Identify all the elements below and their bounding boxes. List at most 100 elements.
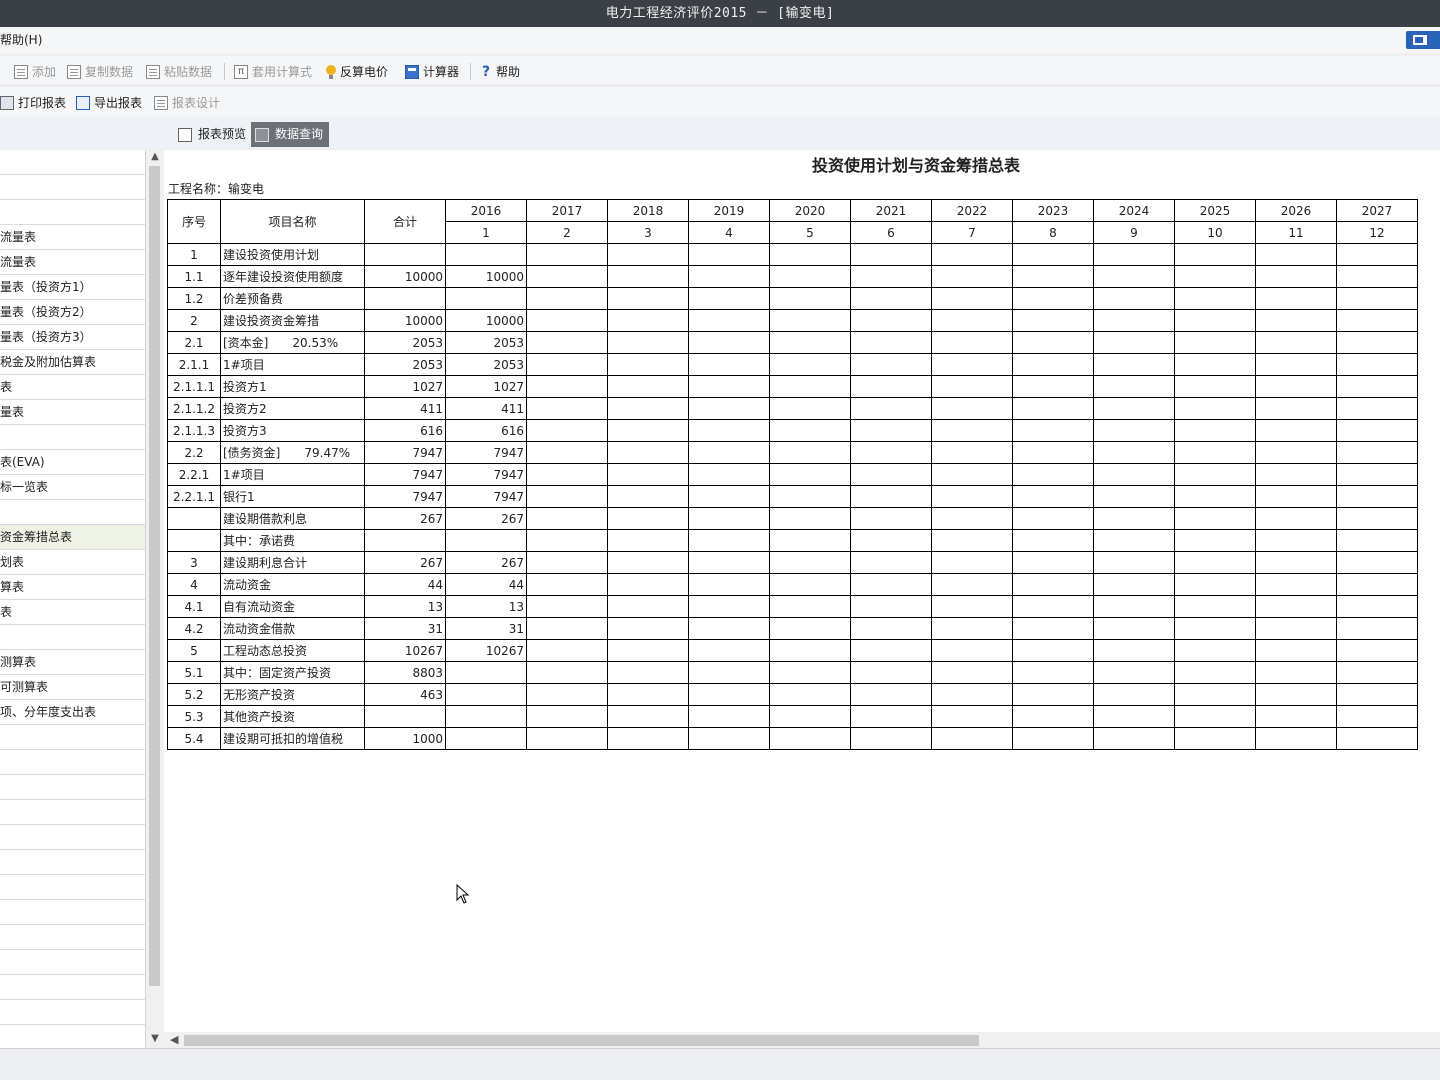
cell-year-value[interactable] [850,331,932,354]
cell-year-value[interactable] [688,331,770,354]
sidebar-item[interactable] [0,200,145,225]
cell-year-value[interactable] [607,507,689,530]
cell-year-value[interactable] [688,551,770,574]
cell-y2016[interactable]: 1027 [445,375,527,398]
cell-year-value[interactable] [1174,441,1256,464]
cell-seq[interactable]: 5.4 [167,727,221,750]
cell-year-value[interactable] [1093,309,1175,332]
cell-seq[interactable]: 2 [167,309,221,332]
cell-name[interactable]: 价差预备费 [220,287,365,310]
cell-year-value[interactable] [850,265,932,288]
cell-year-value[interactable] [769,331,851,354]
cell-year-value[interactable] [1174,287,1256,310]
cell-total[interactable]: 8803 [364,661,446,684]
print-report-button[interactable]: 打印报表 [0,94,66,111]
paste-data-button[interactable]: 粘贴数据 [146,63,212,80]
cell-year-value[interactable] [931,551,1013,574]
cell-year-value[interactable] [931,617,1013,640]
cell-y2016[interactable] [445,683,527,706]
cell-y2016[interactable] [445,529,527,552]
sidebar-item[interactable] [0,925,145,950]
cell-year-value[interactable] [1012,463,1094,486]
cell-year-value[interactable] [688,639,770,662]
cell-total[interactable]: 7947 [364,441,446,464]
sidebar-item[interactable] [0,425,145,450]
cell-year-value[interactable] [1093,573,1175,596]
cell-year-value[interactable] [769,551,851,574]
cell-total[interactable]: 2053 [364,331,446,354]
cell-year-value[interactable] [1255,639,1337,662]
cell-year-value[interactable] [1174,639,1256,662]
cell-name[interactable]: 无形资产投资 [220,683,365,706]
cell-year-value[interactable] [1336,375,1418,398]
cell-year-value[interactable] [1012,683,1094,706]
cell-name[interactable]: [债务资金] 79.47% [220,441,365,464]
cell-year-value[interactable] [1255,573,1337,596]
cell-y2016[interactable]: 10000 [445,265,527,288]
sidebar-scrollbar[interactable]: ▲ ▼ [146,150,164,1048]
cell-year-value[interactable] [688,661,770,684]
cell-year-value[interactable] [769,727,851,750]
cell-year-value[interactable] [1093,375,1175,398]
cell-year-value[interactable] [1336,419,1418,442]
cell-seq[interactable]: 3 [167,551,221,574]
cell-year-value[interactable] [526,265,608,288]
cell-year-value[interactable] [1174,573,1256,596]
sidebar-item[interactable] [0,750,145,775]
cell-y2016[interactable]: 411 [445,397,527,420]
cell-year-value[interactable] [1012,529,1094,552]
cell-name[interactable]: 建设期借款利息 [220,507,365,530]
cell-year-value[interactable] [1255,529,1337,552]
cell-y2016[interactable]: 7947 [445,485,527,508]
cell-year-value[interactable] [607,551,689,574]
cell-seq[interactable] [167,507,221,530]
cell-year-value[interactable] [931,331,1013,354]
cell-name[interactable]: 建设投资资金筹措 [220,309,365,332]
cell-year-value[interactable] [607,485,689,508]
cell-year-value[interactable] [850,507,932,530]
cell-name[interactable]: 建设投资使用计划 [220,243,365,266]
cell-y2016[interactable] [445,705,527,728]
cell-year-value[interactable] [1012,485,1094,508]
cell-year-value[interactable] [931,705,1013,728]
cell-seq[interactable]: 4 [167,573,221,596]
cell-year-value[interactable] [1093,419,1175,442]
cell-seq[interactable] [167,529,221,552]
sidebar-item[interactable] [0,775,145,800]
cell-name[interactable]: 建设期可抵扣的增值税 [220,727,365,750]
reverse-price-button[interactable]: 反算电价 [326,63,388,80]
cell-total[interactable]: 10000 [364,265,446,288]
cell-year-value[interactable] [850,397,932,420]
horizontal-scroll-thumb[interactable] [184,1035,979,1046]
sidebar-item[interactable]: 量表（投资方2） [0,300,145,325]
cell-year-value[interactable] [1255,617,1337,640]
cell-year-value[interactable] [607,331,689,354]
cell-total[interactable]: 463 [364,683,446,706]
cell-year-value[interactable] [769,595,851,618]
cell-year-value[interactable] [1174,353,1256,376]
sidebar-item[interactable] [0,975,145,1000]
cell-year-value[interactable] [1255,705,1337,728]
cell-year-value[interactable] [1336,551,1418,574]
cell-year-value[interactable] [769,639,851,662]
cell-year-value[interactable] [1093,265,1175,288]
cell-year-value[interactable] [931,639,1013,662]
cell-seq[interactable]: 5.2 [167,683,221,706]
cell-y2016[interactable]: 7947 [445,463,527,486]
cell-year-value[interactable] [688,727,770,750]
cell-total[interactable]: 1000 [364,727,446,750]
cell-y2016[interactable] [445,287,527,310]
sidebar-item[interactable] [0,725,145,750]
cell-year-value[interactable] [850,243,932,266]
cell-year-value[interactable] [526,573,608,596]
cell-year-value[interactable] [526,309,608,332]
sidebar-item[interactable] [0,175,145,200]
sidebar-item[interactable]: 算表 [0,575,145,600]
cell-year-value[interactable] [1174,375,1256,398]
cell-year-value[interactable] [850,705,932,728]
cell-year-value[interactable] [607,661,689,684]
cell-year-value[interactable] [688,287,770,310]
cell-year-value[interactable] [850,617,932,640]
tab-report-preview[interactable]: 报表预览 [174,122,252,147]
cell-total[interactable] [364,287,446,310]
